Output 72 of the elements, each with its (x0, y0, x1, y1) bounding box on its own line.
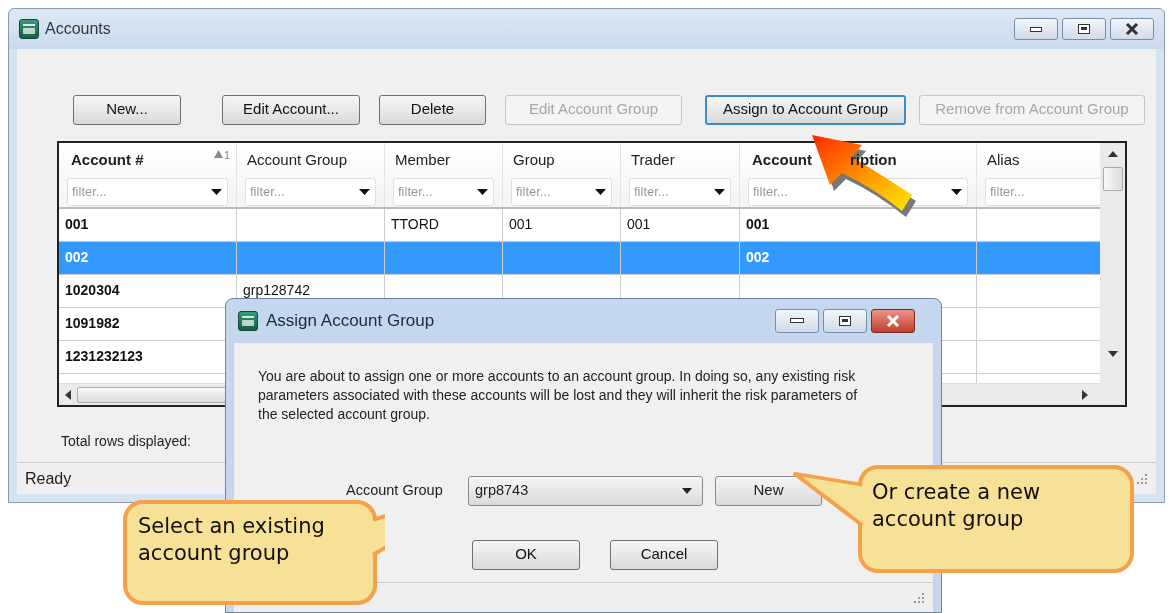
filter-field[interactable]: filter... (393, 177, 494, 206)
maximize-button[interactable] (1062, 18, 1106, 40)
table-cell: 002 (65, 248, 89, 266)
toolbar-button[interactable]: Delete (379, 94, 486, 125)
filter-field[interactable]: filter... (985, 177, 1100, 206)
sort-ascending-icon (213, 150, 223, 158)
table-cell: 001 (509, 215, 533, 233)
dialog-title: Assign Account Group (266, 310, 435, 333)
table-cell: 1231232123 (65, 347, 143, 365)
window-title: Accounts (45, 19, 111, 39)
minimize-button[interactable] (775, 308, 819, 333)
dropdown-arrow-icon (477, 188, 488, 195)
dialog-button[interactable]: OK (472, 539, 580, 570)
filter-field[interactable]: filter... (245, 177, 376, 206)
dropdown-arrow-icon (211, 188, 222, 195)
scrollbar-thumb[interactable] (1102, 167, 1123, 191)
toolbar-button[interactable]: Edit Account... (222, 94, 360, 125)
scroll-up-icon[interactable] (1107, 151, 1118, 157)
table-cell: 002 (746, 248, 770, 266)
resize-grip-icon[interactable] (913, 591, 925, 604)
table-cell: TTORD (391, 215, 439, 233)
maximize-button[interactable] (823, 308, 867, 333)
close-icon (1125, 23, 1139, 35)
minimize-icon (1030, 26, 1042, 32)
column-header[interactable]: Trader (629, 149, 675, 172)
filter-field[interactable]: filter... (629, 177, 731, 206)
column-header[interactable]: Member (393, 149, 450, 172)
column-header[interactable]: Account # (67, 149, 144, 172)
table-cell: 001 (65, 215, 89, 233)
maximize-icon (839, 315, 851, 326)
scroll-down-icon[interactable] (1107, 351, 1118, 357)
column-header[interactable]: Alias (985, 149, 1020, 172)
account-group-dropdown[interactable]: grp8743 (468, 475, 703, 506)
table-row[interactable]: 001 TTORD 001 001 001 (59, 209, 1100, 242)
table-cell: 1020304 (65, 281, 120, 299)
table-cell: 001 (746, 215, 770, 233)
scroll-right-icon[interactable] (1082, 389, 1088, 400)
dialog-button[interactable]: Cancel (610, 539, 718, 570)
dropdown-arrow-icon (595, 188, 606, 195)
dropdown-arrow-icon (682, 487, 692, 494)
new-group-button[interactable]: New (715, 475, 822, 506)
dropdown-arrow-icon (359, 188, 370, 195)
field-label: Account Group (346, 480, 444, 500)
total-rows-label: Total rows displayed: (61, 433, 191, 449)
resize-grip-icon[interactable] (1136, 472, 1148, 485)
toolbar-button[interactable]: New... (73, 94, 181, 125)
app-icon (19, 19, 39, 39)
table-cell: 1091982 (65, 314, 120, 332)
dialog-message: You are about to assign one or more accounts to an account group. In doing so, any existing risk parameters associated with these accounts will be lost and they will inherit the risk parameters of the selected account group. (257, 366, 859, 424)
scrollbar-thumb[interactable] (77, 386, 227, 403)
sort-order: 1 (223, 150, 230, 160)
close-button[interactable] (1110, 18, 1154, 40)
dropdown-arrow-icon (714, 188, 725, 195)
column-header[interactable]: Account Group (245, 149, 348, 172)
callout-text: Select an existing account group (138, 513, 326, 567)
column-header[interactable]: Account (748, 149, 812, 172)
toolbar-button[interactable]: Assign to Account Group (705, 94, 906, 125)
close-icon (886, 314, 900, 327)
column-header[interactable]: Group (511, 149, 555, 172)
status-text: Ready (25, 468, 72, 489)
table-cell: 001 (627, 215, 651, 233)
maximize-icon (1078, 24, 1090, 34)
minimize-icon (790, 318, 804, 324)
dropdown-arrow-icon (951, 188, 962, 195)
app-icon (238, 310, 258, 331)
filter-field[interactable]: filter... (67, 177, 228, 206)
minimize-button[interactable] (1014, 18, 1058, 40)
scroll-left-icon[interactable] (65, 389, 71, 400)
filter-field[interactable]: filter... (511, 177, 612, 206)
table-cell: grp128742 (243, 281, 310, 299)
callout-text: Or create a new account group (872, 479, 1042, 533)
close-button[interactable] (871, 308, 915, 333)
